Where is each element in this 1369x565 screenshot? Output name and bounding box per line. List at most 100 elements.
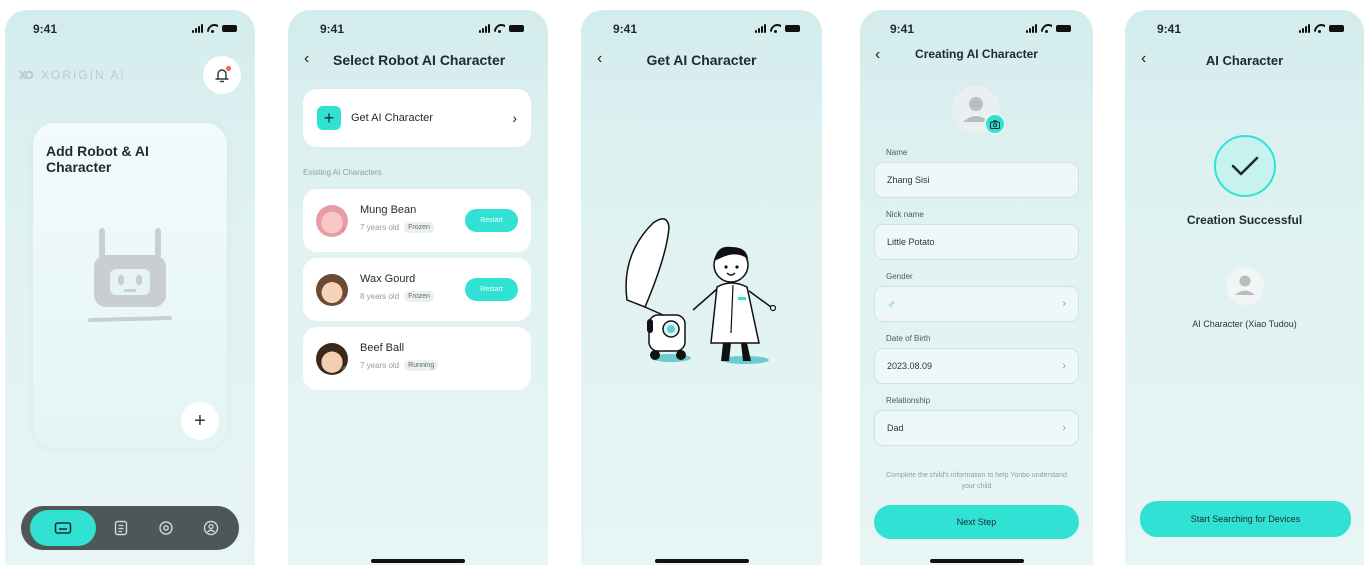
character-age: 7 years old <box>360 223 400 232</box>
status-bar: 9:41 <box>581 22 822 38</box>
nickname-field[interactable]: Little Potato <box>874 224 1079 260</box>
camera-scan-icon <box>158 521 173 535</box>
status-icons <box>479 24 524 33</box>
chevron-right-icon: › <box>1062 298 1066 310</box>
add-robot-card[interactable]: Add Robot & AI Character + <box>33 123 227 448</box>
notification-dot <box>226 66 231 71</box>
wifi-icon <box>494 24 505 33</box>
page-title: Select Robot AI Character <box>333 52 506 68</box>
name-value: Zhang Sisi <box>887 175 930 185</box>
tab-profile[interactable] <box>191 510 231 546</box>
back-button[interactable]: ‹ <box>304 50 309 68</box>
page-title: Get AI Character <box>646 52 757 68</box>
scientist-robot-illustration <box>625 218 777 364</box>
tab-scan[interactable] <box>146 510 186 546</box>
status-time: 9:41 <box>613 22 638 36</box>
wifi-icon <box>770 24 781 33</box>
signal-icon <box>192 24 203 33</box>
profile-icon <box>203 520 218 536</box>
relationship-value: Dad <box>887 423 904 433</box>
notification-button[interactable] <box>203 56 241 94</box>
status-bar: 9:41 <box>1125 22 1364 38</box>
chevron-right-icon: › <box>1062 422 1066 434</box>
success-title: Creation Successful <box>1186 213 1303 227</box>
battery-icon <box>1329 25 1344 32</box>
dob-value: 2023.08.09 <box>887 361 933 371</box>
status-icons <box>1026 24 1071 33</box>
battery-icon <box>509 25 524 32</box>
female-icon: ♀ <box>340 225 347 235</box>
add-button[interactable]: + <box>181 402 219 440</box>
camera-button[interactable] <box>984 113 1006 135</box>
male-icon: ♂ <box>340 363 347 373</box>
wifi-icon <box>1041 24 1052 33</box>
male-icon: ♂ <box>887 297 896 311</box>
notes-icon <box>114 520 127 536</box>
add-robot-title: Add Robot & AI Character <box>46 143 149 175</box>
name-field[interactable]: Zhang Sisi <box>874 162 1079 198</box>
signal-icon <box>1299 24 1310 33</box>
select-character-screen: 9:41 ‹ Select Robot AI Character + Get A… <box>288 10 548 565</box>
character-name: Beef Ball <box>360 342 405 354</box>
start-searching-button[interactable]: Start Searching for Devices <box>1140 501 1351 537</box>
gender-select[interactable]: ♂ › <box>874 286 1079 322</box>
character-name: Mung Bean <box>360 204 417 216</box>
character-meta: 8 years old Frozen <box>360 291 434 302</box>
restart-button[interactable]: Restart <box>465 278 518 301</box>
page-title: Creating AI Character <box>915 47 1038 61</box>
get-ai-character-label: Get AI Character <box>351 112 433 124</box>
person-icon <box>1235 275 1255 295</box>
create-character-screen: 9:41 ‹ Creating AI Character Name Zhang … <box>860 10 1093 565</box>
status-icons <box>192 24 237 33</box>
status-time: 9:41 <box>1157 22 1182 36</box>
success-screen: 9:41 ‹ AI Character Creation Successful … <box>1125 10 1364 565</box>
get-character-screen: 9:41 ‹ Get AI Character <box>581 10 822 565</box>
character-card[interactable]: ♂ Beef Ball 7 years old Running <box>303 327 531 390</box>
robot-icon <box>88 228 172 322</box>
dob-label: Date of Birth <box>886 334 931 343</box>
name-label: Name <box>886 148 908 157</box>
status-time: 9:41 <box>320 22 345 36</box>
next-step-button[interactable]: Next Step <box>874 505 1079 539</box>
relationship-select[interactable]: Dad › <box>874 410 1079 446</box>
character-meta: 7 years old Frozen <box>360 222 434 233</box>
section-label: Existing AI Characters <box>303 168 382 177</box>
signal-icon <box>479 24 490 33</box>
character-card[interactable]: ♀ Mung Bean 7 years old Frozen Restart <box>303 189 531 252</box>
tab-bar <box>21 506 239 550</box>
tab-notes[interactable] <box>101 510 141 546</box>
nickname-value: Little Potato <box>887 237 935 247</box>
battery-icon <box>1056 25 1071 32</box>
battery-icon <box>785 25 800 32</box>
female-icon: ♀ <box>340 294 347 304</box>
character-age: 8 years old <box>360 292 400 301</box>
signal-icon <box>755 24 766 33</box>
status-bar: 9:41 <box>5 22 255 38</box>
get-ai-character-button[interactable]: + Get AI Character › <box>303 89 531 147</box>
status-badge: Running <box>404 360 439 371</box>
restart-button[interactable]: Restart <box>465 209 518 232</box>
status-icons <box>1299 24 1344 33</box>
helper-text: Complete the child's information to help… <box>886 472 1067 490</box>
signal-icon <box>1026 24 1037 33</box>
tab-robot[interactable] <box>29 510 96 546</box>
character-avatar <box>1226 267 1264 305</box>
status-time: 9:41 <box>33 22 58 36</box>
character-age: 7 years old <box>360 361 400 370</box>
nickname-label: Nick name <box>886 210 924 219</box>
status-icons <box>755 24 800 33</box>
xorigin-logo-icon <box>19 70 33 80</box>
relationship-label: Relationship <box>886 396 931 405</box>
home-screen: 9:41 XORIGIN AI Add Robot & AI Character… <box>5 10 255 565</box>
success-badge <box>1214 135 1276 197</box>
robot-tab-icon <box>54 522 71 534</box>
home-indicator <box>929 559 1024 563</box>
battery-icon <box>222 25 237 32</box>
chevron-right-icon: › <box>1062 360 1066 372</box>
status-badge: Frozen <box>404 222 434 233</box>
brand-name: XORIGIN AI <box>41 68 126 82</box>
page-title: AI Character <box>1205 53 1284 68</box>
dob-select[interactable]: 2023.08.09 › <box>874 348 1079 384</box>
character-card[interactable]: ♀ Wax Gourd 8 years old Frozen Restart <box>303 258 531 321</box>
wifi-icon <box>207 24 218 33</box>
